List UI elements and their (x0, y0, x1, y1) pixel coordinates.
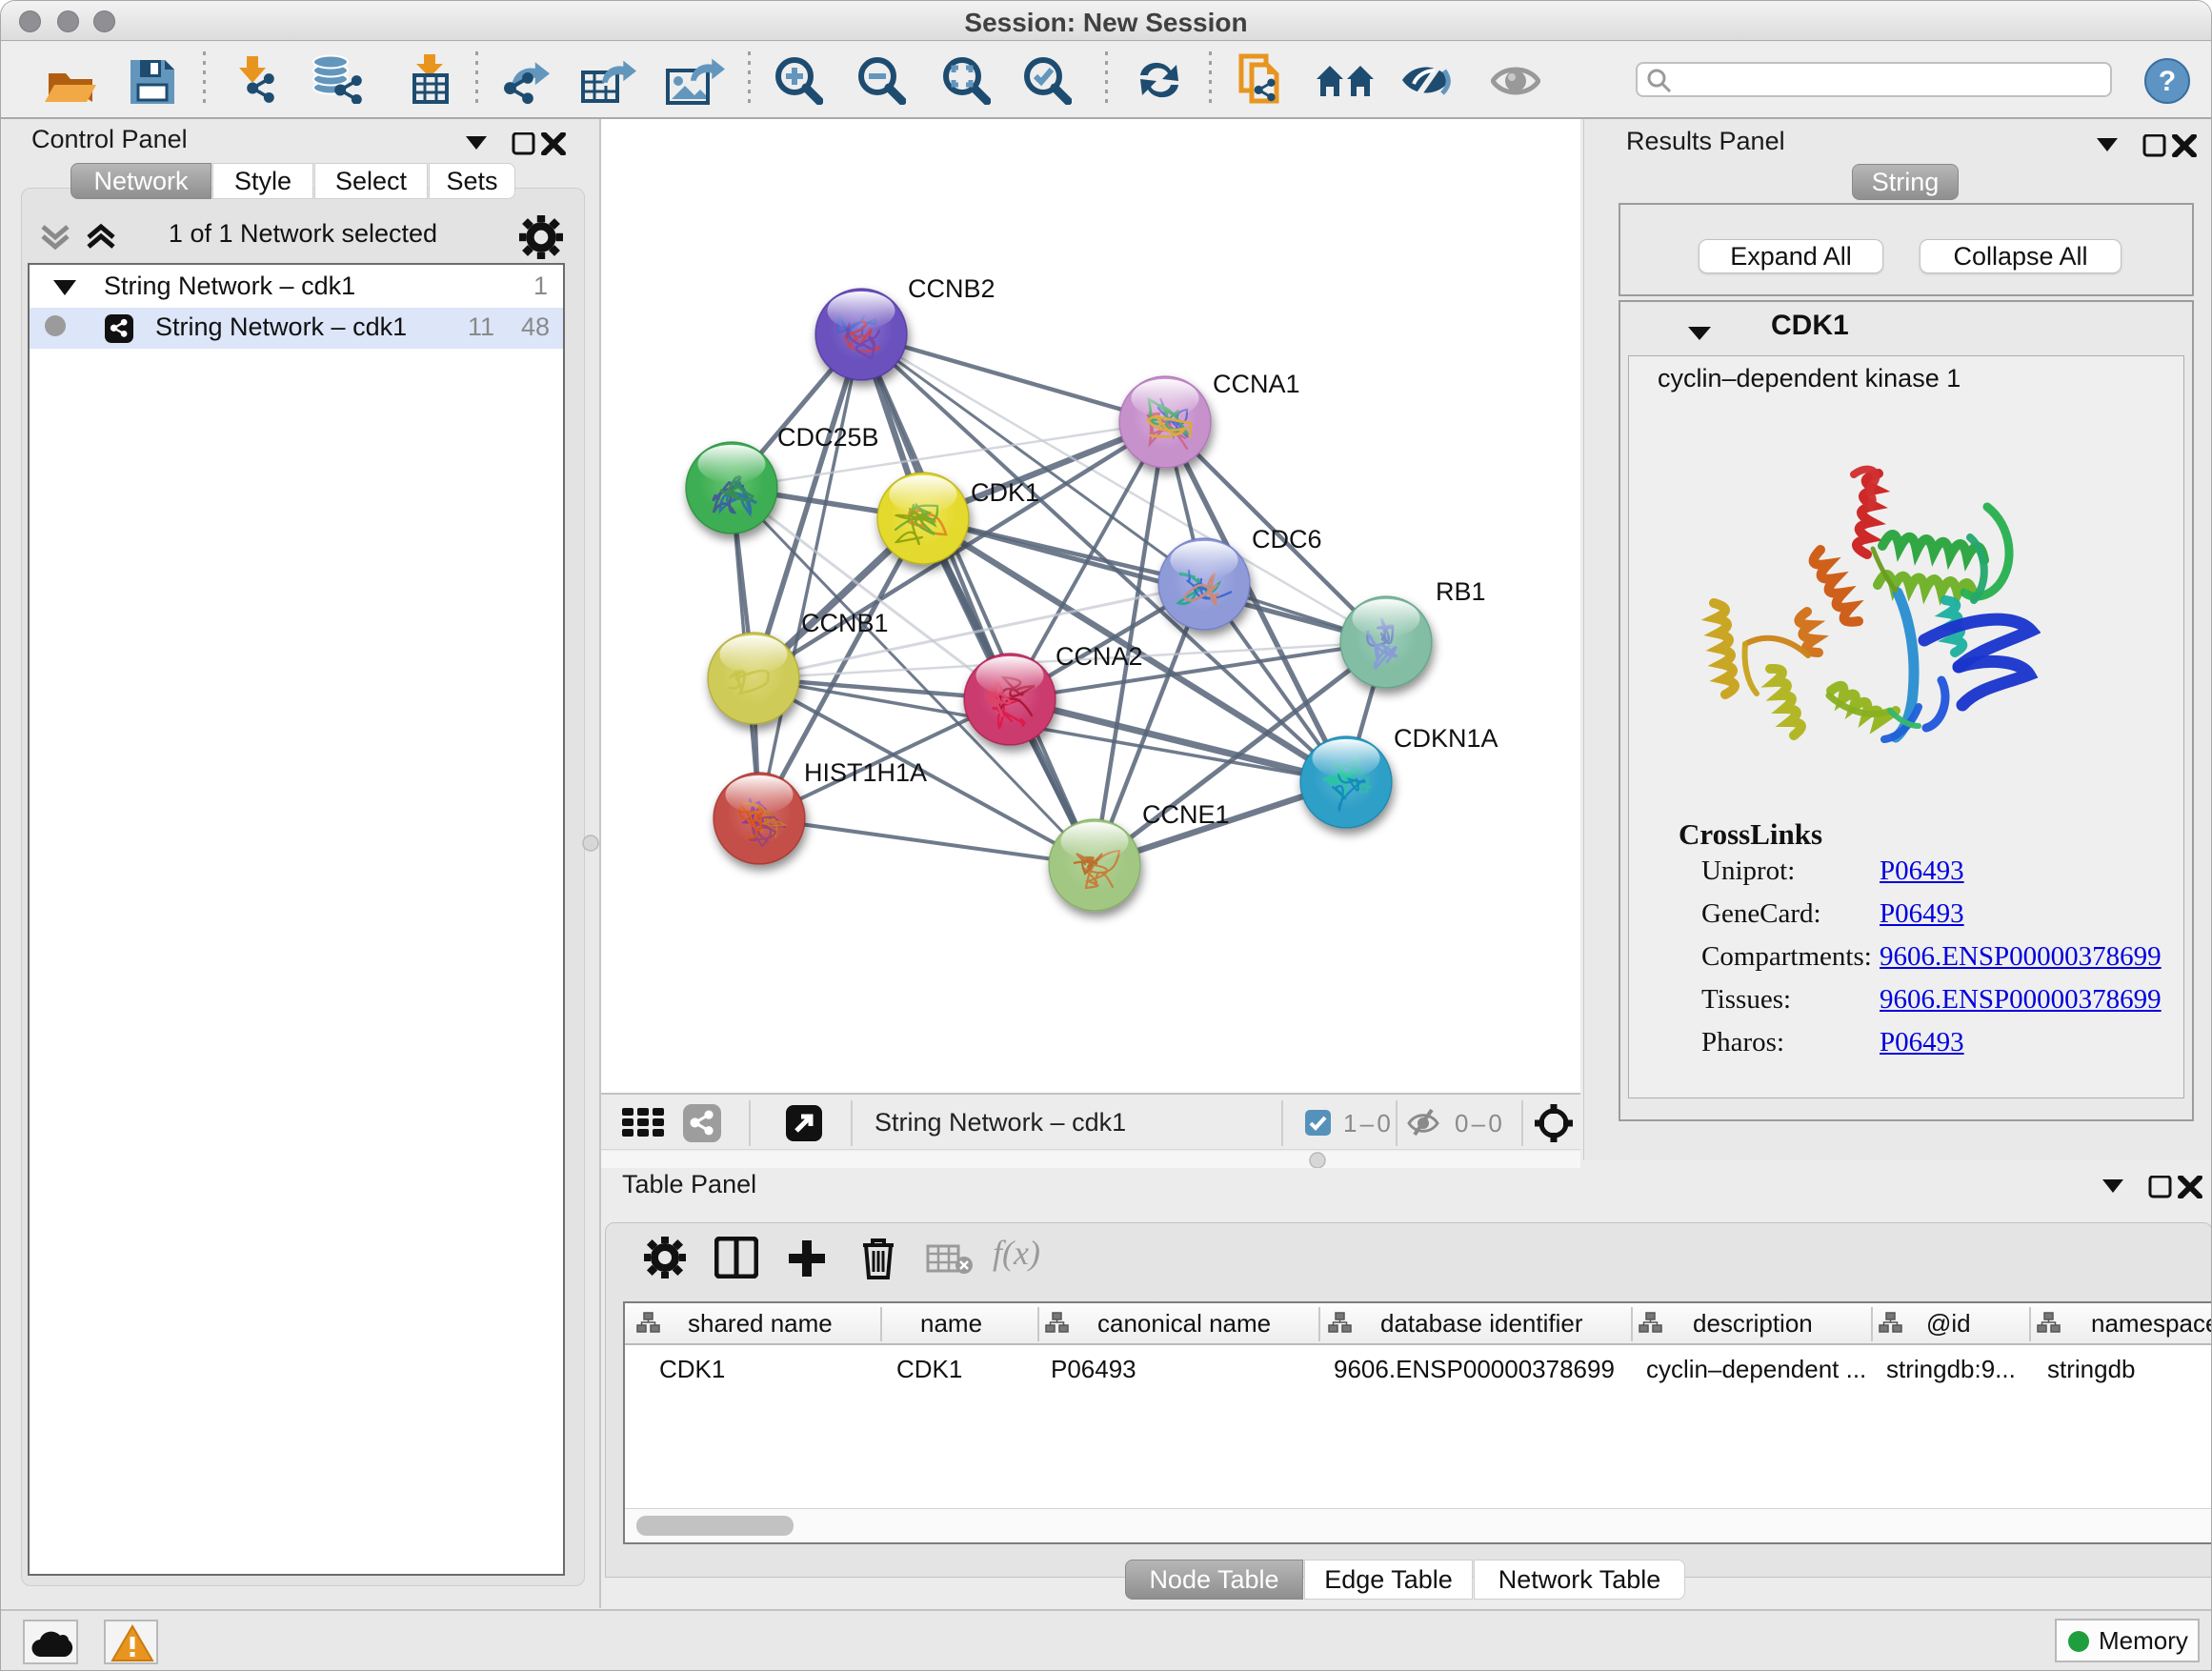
svg-text:HIST1H1A: HIST1H1A (804, 758, 927, 787)
svg-text:CCNA1: CCNA1 (1213, 370, 1300, 398)
svg-text:CDKN1A: CDKN1A (1394, 724, 1498, 753)
svg-text:CCNA2: CCNA2 (1056, 642, 1143, 671)
svg-text:CCNB1: CCNB1 (801, 609, 889, 637)
svg-text:f(x): f(x) (993, 1235, 1040, 1272)
svg-text:?: ? (2159, 66, 2176, 97)
svg-text:CDC6: CDC6 (1252, 525, 1322, 554)
svg-text:RB1: RB1 (1436, 577, 1486, 606)
svg-text:CCNB2: CCNB2 (908, 274, 995, 303)
svg-text:CDC25B: CDC25B (777, 423, 879, 452)
svg-text:CCNE1: CCNE1 (1142, 800, 1230, 829)
svg-text:CDK1: CDK1 (971, 478, 1039, 507)
